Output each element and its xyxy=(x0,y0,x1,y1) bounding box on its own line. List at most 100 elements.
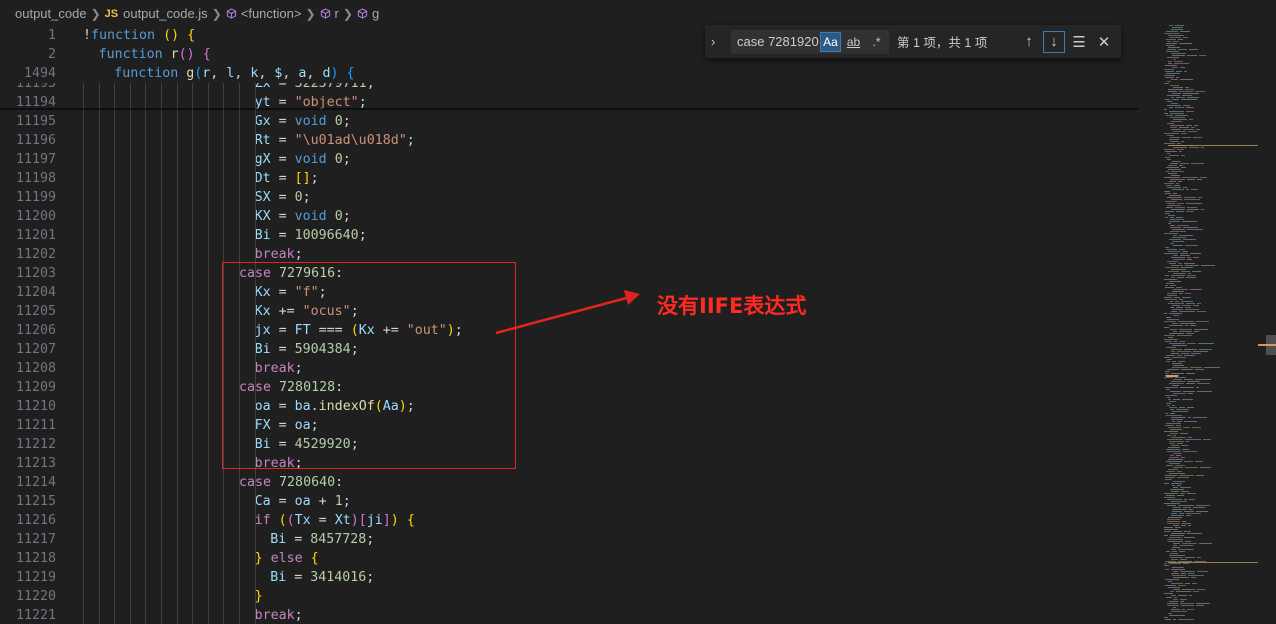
code-line[interactable]: 11215 Ca = oa + 1; xyxy=(0,492,1160,511)
code-line[interactable]: 11200 KX = void 0; xyxy=(0,207,1160,226)
code-line[interactable]: 11199 SX = 0; xyxy=(0,188,1160,207)
breadcrumb-symbol-r[interactable]: r xyxy=(335,6,339,21)
minimap-line xyxy=(1171,437,1186,438)
minimap-line xyxy=(1179,311,1195,312)
minimap-line xyxy=(1182,177,1198,178)
minimap-line xyxy=(1166,361,1170,362)
code-text[interactable]: } xyxy=(255,587,263,606)
code-text[interactable]: SX = 0; xyxy=(255,188,311,207)
minimap-line xyxy=(1171,491,1179,492)
code-text[interactable]: } else { xyxy=(255,549,319,568)
minimap-line xyxy=(1190,367,1202,368)
code-line[interactable]: 11201 Bi = 10096640; xyxy=(0,226,1160,245)
minimap-line xyxy=(1171,353,1179,354)
minimap-line xyxy=(1173,235,1177,236)
code-text[interactable]: Rt = "\u01ad\u018d"; xyxy=(255,131,415,150)
minimap-line xyxy=(1169,111,1184,112)
code-text[interactable]: Dt = []; xyxy=(255,169,319,188)
minimap-line xyxy=(1170,179,1185,180)
code-line[interactable]: 11210 oa = ba.indexOf(Aa); xyxy=(0,397,1160,416)
code-text[interactable]: break; xyxy=(255,606,303,624)
minimap-line xyxy=(1167,101,1172,102)
code-token: = xyxy=(270,152,295,167)
code-line[interactable]: 1494 function g(r, l, k, $, a, d) { xyxy=(0,64,1160,83)
match-case-toggle[interactable]: Aa xyxy=(820,31,841,52)
minimap-line xyxy=(1171,515,1184,516)
code-line[interactable]: 11218} else { xyxy=(0,549,1160,568)
minimap-line xyxy=(1191,163,1204,164)
breadcrumb-file[interactable]: output_code.js xyxy=(123,6,208,21)
code-text[interactable]: function r() { xyxy=(99,45,211,64)
minimap-line xyxy=(1183,507,1191,508)
code-text[interactable]: Gx = void 0; xyxy=(255,112,351,131)
line-number: 11211 xyxy=(15,418,56,433)
find-in-selection-icon[interactable]: ☰ xyxy=(1068,31,1090,53)
code-line[interactable]: 11209case 7280128: xyxy=(0,378,1160,397)
indent-guide xyxy=(192,83,194,624)
breadcrumb-folder[interactable]: output_code xyxy=(15,6,87,21)
minimap-line xyxy=(1168,169,1181,170)
code-line[interactable]: 11213 break; xyxy=(0,454,1160,473)
minimap[interactable] xyxy=(1160,25,1260,624)
minimap-line xyxy=(1187,381,1200,382)
minimap-line xyxy=(1180,31,1190,32)
breadcrumb-symbol-g[interactable]: g xyxy=(372,6,379,21)
code-line[interactable]: 11195 Gx = void 0; xyxy=(0,112,1160,131)
minimap-line xyxy=(1173,467,1183,468)
line-number: 2 xyxy=(47,47,56,62)
minimap-line xyxy=(1164,177,1180,178)
code-text[interactable]: gX = void 0; xyxy=(255,150,351,169)
breadcrumb-symbol-function[interactable]: <function> xyxy=(241,6,302,21)
code-token: void xyxy=(294,114,327,129)
code-line[interactable]: 11214case 7280640: xyxy=(0,473,1160,492)
close-icon[interactable]: ✕ xyxy=(1093,31,1115,53)
code-line[interactable]: 11212 Bi = 4529920; xyxy=(0,435,1160,454)
find-query[interactable]: case 7281920 xyxy=(737,34,820,49)
code-text[interactable]: !function () { xyxy=(83,27,195,45)
minimap-line xyxy=(1164,191,1170,192)
code-text[interactable]: KX = void 0; xyxy=(255,207,351,226)
toggle-replace-chevron-icon[interactable]: › xyxy=(711,34,727,49)
code-line[interactable]: 11196 Rt = "\u01ad\u018d"; xyxy=(0,131,1160,150)
code-text[interactable]: function g(r, l, k, $, a, d) { xyxy=(114,64,354,83)
code-text[interactable]: Bi = 8457728; xyxy=(270,530,374,549)
minimap-line xyxy=(1189,509,1193,510)
find-input[interactable]: case 7281920 Aa ab .* xyxy=(731,29,889,54)
vertical-scrollbar[interactable] xyxy=(1258,25,1276,624)
minimap-line xyxy=(1185,541,1191,542)
minimap-line xyxy=(1178,505,1194,506)
code-token: 8457728 xyxy=(310,532,367,547)
arrow-up-icon[interactable]: ↑ xyxy=(1018,31,1040,53)
minimap-line xyxy=(1171,257,1185,258)
code-line[interactable]: 11220} xyxy=(0,587,1160,606)
minimap-line xyxy=(1172,361,1176,362)
minimap-line xyxy=(1187,179,1195,180)
minimap-line xyxy=(1167,605,1179,606)
code-text[interactable]: Ca = oa + 1; xyxy=(255,492,351,511)
minimap-line xyxy=(1204,367,1220,368)
code-line[interactable]: 11219 Bi = 3414016; xyxy=(0,568,1160,587)
code-token: = xyxy=(270,494,295,509)
code-line[interactable]: 11197 gX = void 0; xyxy=(0,150,1160,169)
code-line[interactable]: 11202 break; xyxy=(0,245,1160,264)
regex-toggle[interactable]: .* xyxy=(866,32,887,52)
minimap-line xyxy=(1169,37,1181,38)
arrow-down-icon[interactable]: ↓ xyxy=(1043,30,1065,53)
code-line[interactable]: 11211 FX = oa; xyxy=(0,416,1160,435)
code-text[interactable]: Bi = 10096640; xyxy=(255,226,367,245)
whole-word-toggle[interactable]: ab xyxy=(843,32,864,52)
minimap-line xyxy=(1170,535,1184,536)
minimap-line xyxy=(1176,211,1184,212)
code-line[interactable]: 11203case 7279616: xyxy=(0,264,1160,283)
code-line[interactable]: 11198 Dt = []; xyxy=(0,169,1160,188)
code-text[interactable]: Bi = 3414016; xyxy=(270,568,374,587)
code-line[interactable]: 11208 break; xyxy=(0,359,1160,378)
code-line[interactable]: 11217 Bi = 8457728; xyxy=(0,530,1160,549)
minimap-line xyxy=(1180,433,1188,434)
code-text[interactable]: if ((Tx = Xt)[ji]) { xyxy=(255,511,415,530)
code-line[interactable]: 11216 if ((Tx = Xt)[ji]) { xyxy=(0,511,1160,530)
minimap-line xyxy=(1164,377,1173,378)
code-line[interactable]: 11221 break; xyxy=(0,606,1160,624)
minimap-line xyxy=(1171,381,1185,382)
